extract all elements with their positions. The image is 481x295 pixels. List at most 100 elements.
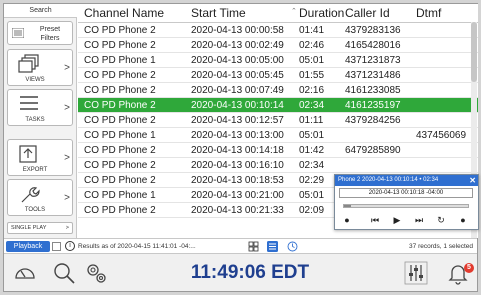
- cell-caller-id: 6479285890: [345, 145, 401, 156]
- single-play-label: SINGLE PLAY: [11, 225, 47, 231]
- cell-channel-name: CO PD Phone 1: [84, 55, 156, 66]
- cell-start-time: 2020-04-13 00:10:14: [191, 100, 284, 111]
- play-icon[interactable]: ▶: [389, 213, 405, 227]
- single-play-button[interactable]: SINGLE PLAY >: [7, 222, 73, 234]
- cell-channel-name: CO PD Phone 1: [84, 130, 156, 141]
- notification-badge: 5: [464, 263, 474, 273]
- views-button[interactable]: > VIEWS: [7, 49, 73, 86]
- playback-button[interactable]: Playback: [6, 241, 50, 252]
- grid-view-icon[interactable]: [248, 241, 259, 252]
- cell-channel-name: CO PD Phone 2: [84, 205, 156, 216]
- settings-gears-icon[interactable]: [84, 261, 108, 285]
- cell-start-time: 2020-04-13 00:18:53: [191, 175, 284, 186]
- list-view-icon[interactable]: [267, 241, 278, 252]
- column-header-caller-id[interactable]: Caller Id: [345, 4, 390, 23]
- cell-start-time: 2020-04-13 00:12:57: [191, 115, 284, 126]
- playback-timestamp: 2020-04-13 00:10:18 -04:00: [339, 188, 473, 198]
- column-header-start-time[interactable]: Start Time: [191, 4, 246, 23]
- table-row[interactable]: CO PD Phone 2 2020-04-13 00:05:45 01:55 437…: [78, 68, 478, 83]
- table-row[interactable]: CO PD Phone 2 2020-04-13 00:00:58 01:41 437…: [78, 23, 478, 38]
- playback-checkbox[interactable]: [52, 242, 61, 251]
- cell-dtmf: 437456069: [416, 130, 467, 141]
- record-count: 37 records, 1 selected: [409, 243, 473, 250]
- dashboard-gauge-icon[interactable]: [13, 261, 37, 285]
- results-timestamp: Results as of 2020-04-15 11:41:01 -04:..…: [78, 243, 196, 250]
- info-icon[interactable]: i: [65, 241, 75, 251]
- chevron-right-icon: >: [64, 192, 70, 203]
- close-icon[interactable]: ✕: [469, 175, 476, 186]
- playback-progress-fill: [344, 205, 352, 207]
- playback-popup: Phone 2 2020-04-13 00:10:14 • 02:34 ✕ 20…: [334, 174, 479, 230]
- cell-duration: 01:55: [299, 70, 325, 81]
- cell-start-time: 2020-04-13 00:05:00: [191, 55, 284, 66]
- bottom-bar: 11:49:06 EDT 5: [4, 253, 477, 291]
- app-window: Search Preset Filters > VIEWS > TASKS > …: [3, 3, 479, 292]
- preset-filters-button[interactable]: Preset Filters: [7, 21, 73, 45]
- filter-list-icon: [12, 28, 24, 38]
- cell-duration: 02:34: [299, 160, 325, 171]
- cell-start-time: 2020-04-13 00:02:49: [191, 40, 284, 51]
- cell-caller-id: 4161233085: [345, 85, 401, 96]
- cell-caller-id: 4379284256: [345, 115, 401, 126]
- column-header-dtmf[interactable]: Dtmf: [416, 4, 441, 23]
- tools-label: TOOLS: [24, 207, 46, 213]
- search-icon[interactable]: [52, 261, 76, 285]
- cell-channel-name: CO PD Phone 2: [84, 85, 156, 96]
- cell-duration: 02:46: [299, 40, 325, 51]
- cell-duration: 02:34: [299, 100, 325, 111]
- table-row[interactable]: CO PD Phone 2 2020-04-13 00:10:14 02:34 416…: [78, 98, 478, 113]
- tasks-button[interactable]: > TASKS: [7, 89, 73, 126]
- column-header-duration[interactable]: Duration: [291, 4, 344, 23]
- loop-icon[interactable]: ↻: [433, 213, 449, 227]
- cell-channel-name: CO PD Phone 2: [84, 40, 156, 51]
- export-button[interactable]: > EXPORT: [7, 139, 73, 176]
- export-upload-icon: [19, 145, 37, 163]
- popup-title: Phone 2 2020-04-13 00:10:14 • 02:34: [338, 177, 439, 183]
- cell-start-time: 2020-04-13 00:05:45: [191, 70, 284, 81]
- speed-dot-icon[interactable]: ●: [457, 213, 469, 227]
- column-header-channel-name[interactable]: Channel Name: [84, 4, 164, 23]
- skip-back-icon[interactable]: ⏮: [367, 213, 383, 227]
- popup-title-bar[interactable]: Phone 2 2020-04-13 00:10:14 • 02:34 ✕: [335, 175, 478, 186]
- chevron-right-icon: >: [65, 225, 69, 231]
- cell-duration: 01:11: [299, 115, 324, 126]
- cell-channel-name: CO PD Phone 2: [84, 160, 156, 171]
- skip-forward-icon[interactable]: ⏭: [411, 213, 427, 227]
- table-row[interactable]: CO PD Phone 2 2020-04-13 00:07:49 02:16 416…: [78, 83, 478, 98]
- preset-filters-label: Preset Filters: [39, 26, 61, 42]
- tasks-label: TASKS: [25, 117, 45, 123]
- cell-duration: 01:42: [299, 145, 325, 156]
- cell-start-time: 2020-04-13 00:13:00: [191, 130, 284, 141]
- clock: 11:49:06 EDT: [190, 262, 310, 283]
- table-row[interactable]: CO PD Phone 2 2020-04-13 00:02:49 02:46 416…: [78, 38, 478, 53]
- cell-caller-id: 4165428016: [345, 40, 401, 51]
- table-row[interactable]: CO PD Phone 1 2020-04-13 00:13:00 05:01 437…: [78, 128, 478, 143]
- cell-duration: 05:01: [299, 55, 325, 66]
- tools-button[interactable]: > TOOLS: [7, 179, 73, 216]
- cell-duration: 05:01: [299, 130, 325, 141]
- cell-channel-name: CO PD Phone 2: [84, 145, 156, 156]
- cell-start-time: 2020-04-13 00:21:00: [191, 190, 284, 201]
- cell-duration: 01:41: [299, 25, 325, 36]
- table-row[interactable]: CO PD Phone 2 2020-04-13 00:12:57 01:11 437…: [78, 113, 478, 128]
- table-row[interactable]: CO PD Phone 2 2020-04-13 00:16:10 02:34: [78, 158, 478, 173]
- cell-caller-id: 4161235197: [345, 100, 401, 111]
- cell-start-time: 2020-04-13 00:00:58: [191, 25, 284, 36]
- playback-progress-slider[interactable]: [343, 204, 469, 208]
- search-tab[interactable]: Search: [4, 4, 77, 18]
- volume-dot-icon[interactable]: ●: [341, 213, 353, 227]
- timeline-view-icon[interactable]: [287, 241, 298, 252]
- cell-duration: 02:16: [299, 85, 325, 96]
- cell-start-time: 2020-04-13 00:16:10: [191, 160, 284, 171]
- chevron-right-icon: >: [64, 102, 70, 113]
- chevron-right-icon: >: [64, 62, 70, 73]
- chevron-right-icon: >: [64, 152, 70, 163]
- table-header: Channel Name Start Time Duration Caller …: [78, 4, 478, 23]
- table-row[interactable]: CO PD Phone 1 2020-04-13 00:05:00 05:01 437…: [78, 53, 478, 68]
- cell-channel-name: CO PD Phone 2: [84, 25, 156, 36]
- scrollbar-thumb[interactable]: [471, 22, 477, 82]
- table-row[interactable]: CO PD Phone 2 2020-04-13 00:14:18 01:42 647…: [78, 143, 478, 158]
- cell-caller-id: 4371231486: [345, 70, 401, 81]
- menu-lines-icon: [20, 96, 38, 110]
- equalizer-sliders-icon[interactable]: [404, 261, 428, 285]
